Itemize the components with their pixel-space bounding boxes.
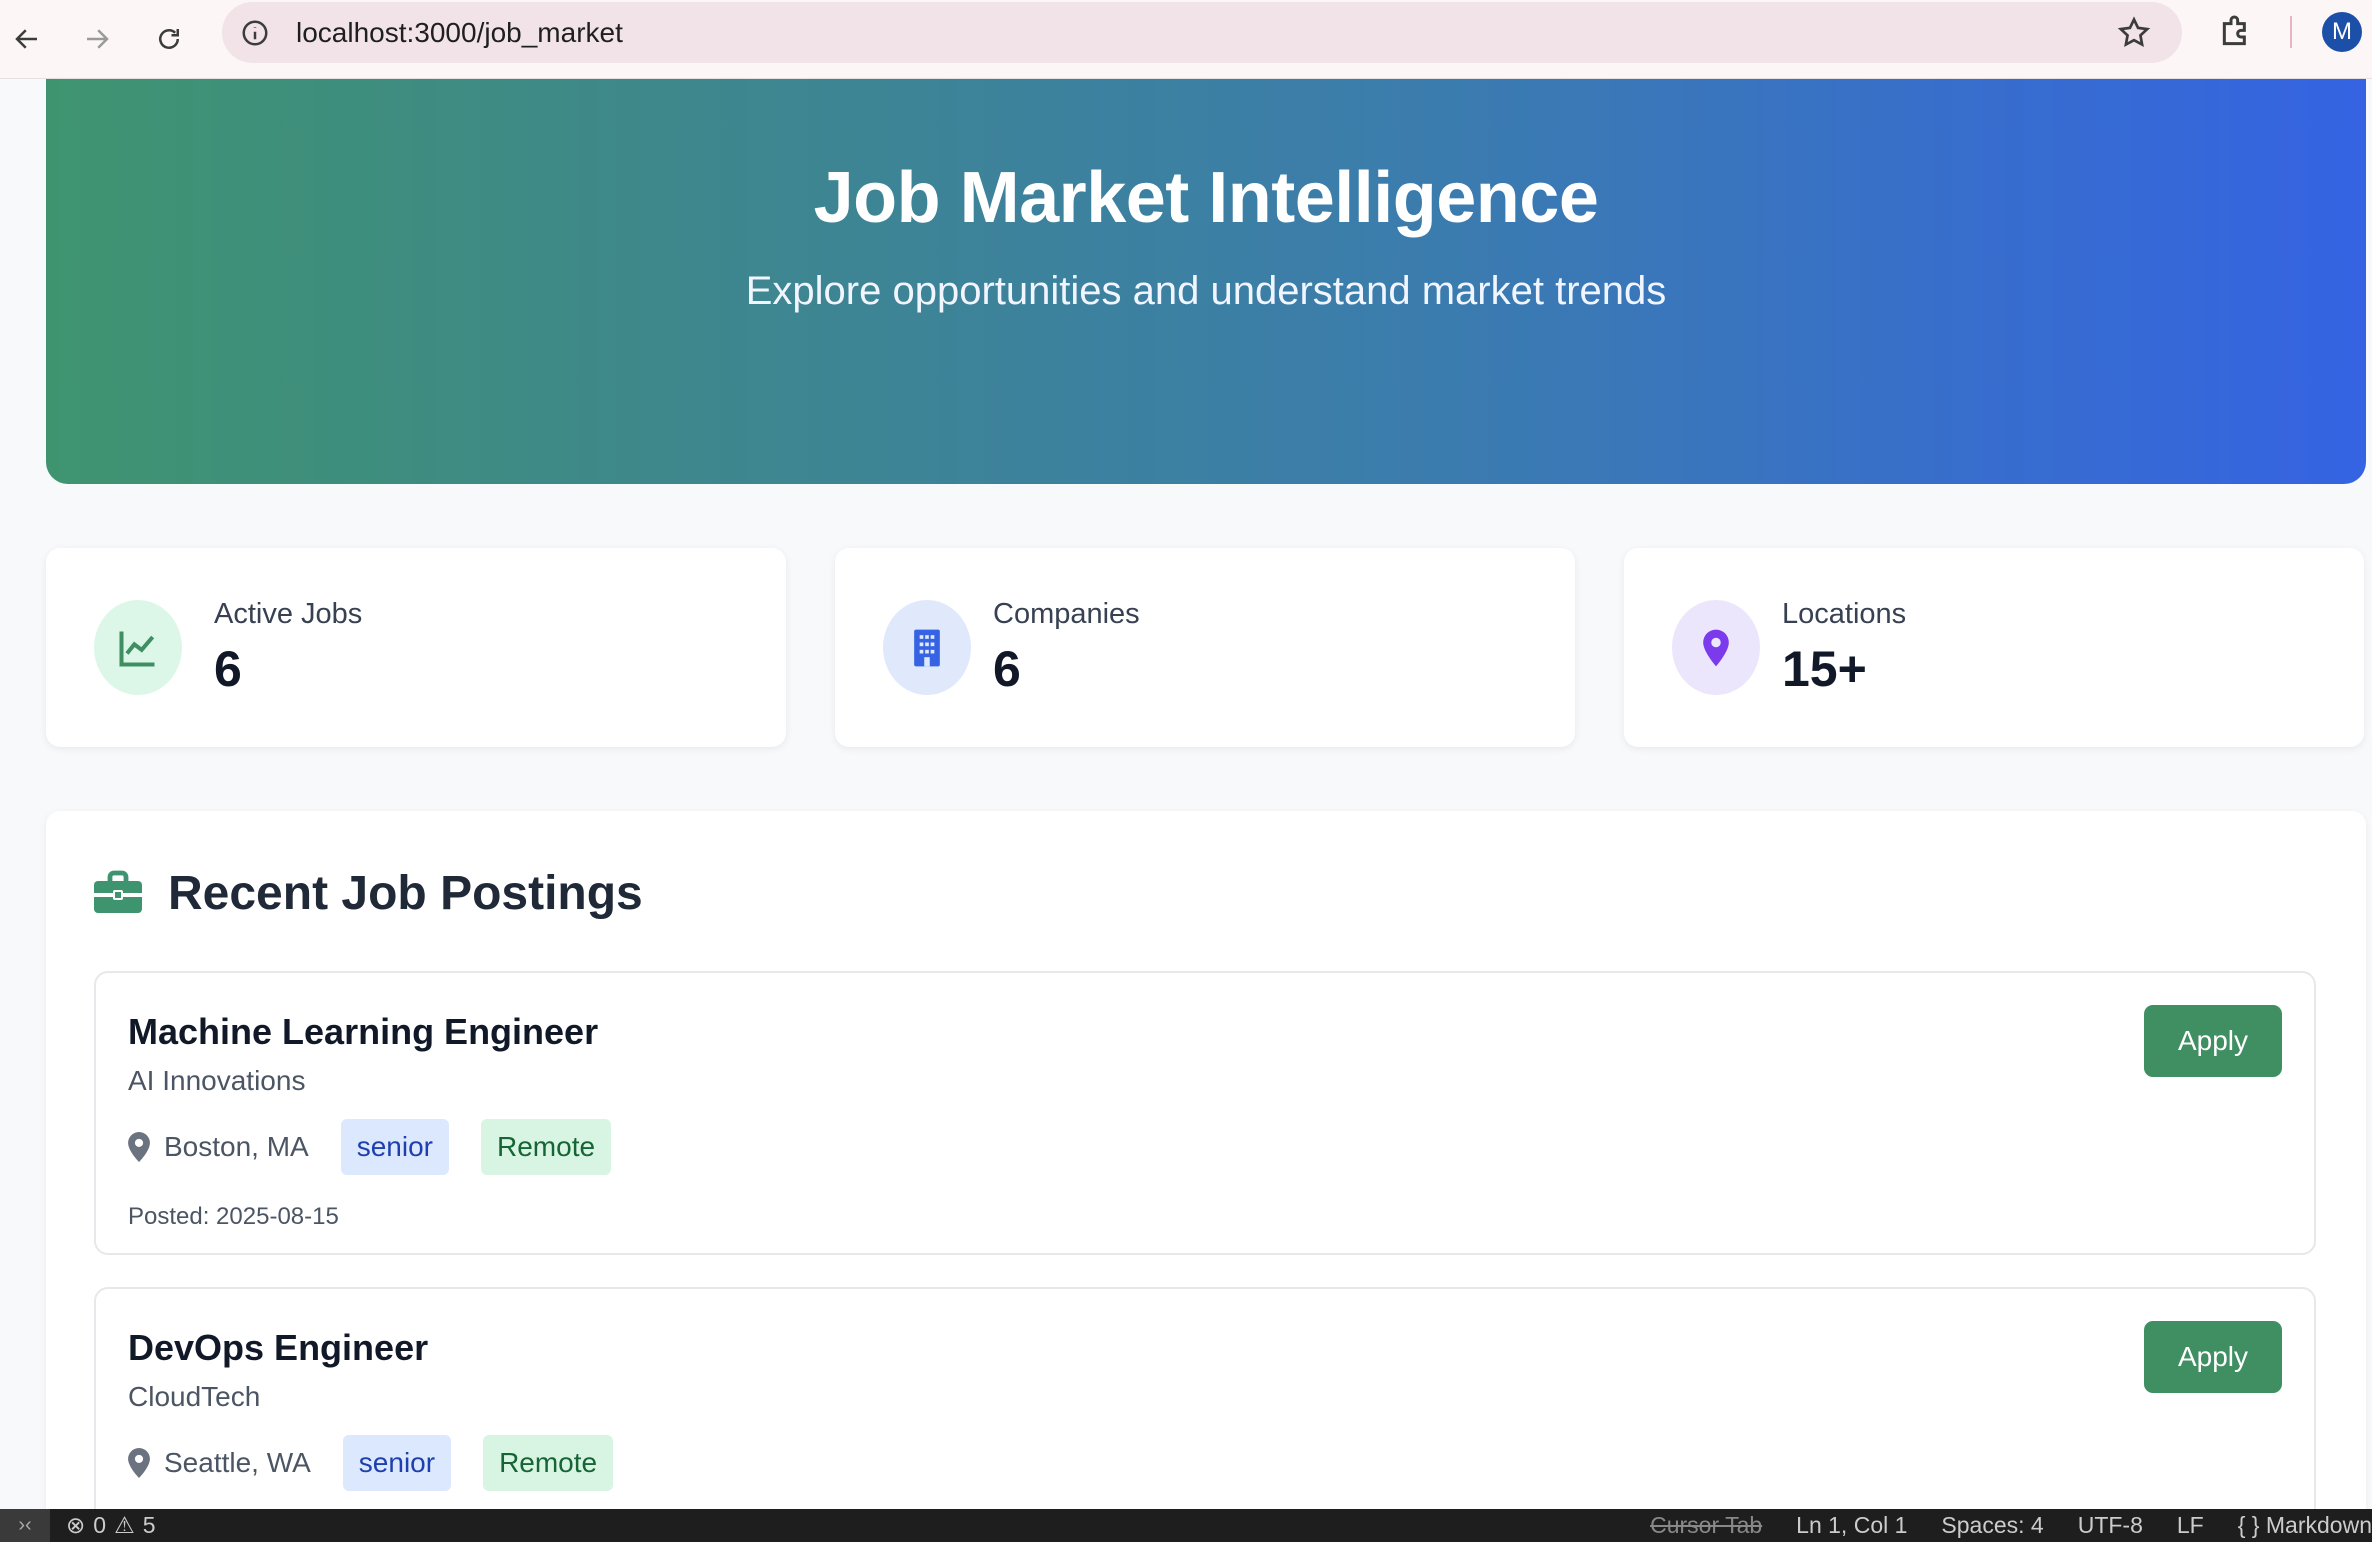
stat-value: 6 [214, 641, 242, 697]
stat-label: Active Jobs [214, 598, 363, 630]
reload-icon [159, 29, 179, 49]
status-bar: ›‹ ⊗ 0 ⚠ 5 Cursor Tab Ln 1, Col 1 Spaces… [0, 1509, 2372, 1542]
stat-card-locations: Locations 15+ [1624, 548, 2364, 747]
language-mode[interactable]: { } Markdown [2238, 1512, 2372, 1539]
level-badge: senior [340, 1119, 449, 1175]
chart-line-icon [94, 600, 182, 695]
job-company: AI Innovations [128, 1065, 306, 1096]
job-location: Seattle, WA [164, 1447, 311, 1478]
briefcase-icon [94, 870, 142, 913]
section-title: Recent Job Postings [168, 866, 643, 920]
error-icon: ⊗ [66, 1512, 86, 1538]
building-icon [883, 600, 971, 695]
stat-card-active-jobs: Active Jobs 6 [46, 548, 786, 747]
cursor-tab-toggle[interactable]: Cursor Tab [1650, 1512, 1762, 1539]
remote-badge: Remote [483, 1435, 614, 1491]
level-badge: senior [342, 1435, 452, 1491]
hero-banner: Job Market Intelligence Explore opportun… [46, 79, 2366, 484]
stat-label: Locations [1782, 598, 1907, 630]
bookmark-star-icon[interactable] [2116, 15, 2152, 51]
file-encoding[interactable]: UTF-8 [2078, 1512, 2143, 1539]
job-location: Boston, MA [164, 1131, 309, 1162]
page-title: Job Market Intelligence [813, 158, 1599, 238]
stat-value: 15+ [1782, 641, 1867, 697]
extensions-puzzle-icon[interactable] [2216, 12, 2256, 52]
location-pin-icon [128, 1132, 150, 1162]
toolbar-divider [2290, 16, 2292, 48]
job-title[interactable]: DevOps Engineer [128, 1327, 428, 1369]
apply-button[interactable]: Apply [2144, 1005, 2282, 1077]
stat-value: 6 [993, 641, 1021, 697]
problems-indicator[interactable]: ⊗ 0 ⚠ 5 [66, 1512, 156, 1539]
remote-indicator-icon[interactable]: ›‹ [0, 1509, 50, 1542]
error-count: 0 [93, 1512, 107, 1538]
recent-postings-panel: Recent Job Postings Machine Learning Eng… [46, 811, 2366, 1542]
apply-button[interactable]: Apply [2144, 1321, 2282, 1393]
remote-badge: Remote [481, 1119, 612, 1175]
back-button[interactable] [0, 12, 54, 66]
url-text[interactable]: localhost:3000/job_market [296, 16, 623, 50]
warning-icon: ⚠ [114, 1512, 135, 1538]
page-subtitle: Explore opportunities and understand mar… [745, 269, 1667, 313]
language-label: Markdown [2265, 1512, 2372, 1538]
job-card: DevOps Engineer CloudTech Seattle, WA se… [94, 1287, 2316, 1542]
warning-count: 5 [142, 1512, 156, 1538]
braces-icon: { } [2237, 1512, 2266, 1538]
arrow-left-icon [15, 29, 37, 49]
location-pin-icon [128, 1448, 150, 1478]
location-pin-icon [1672, 600, 1760, 695]
job-meta: Seattle, WA senior Remote [128, 1435, 645, 1491]
job-title[interactable]: Machine Learning Engineer [128, 1011, 598, 1053]
stat-card-companies: Companies 6 [835, 548, 1575, 747]
reload-button[interactable] [142, 12, 196, 66]
forward-button[interactable] [70, 12, 124, 66]
job-meta: Boston, MA senior Remote [128, 1119, 643, 1175]
indentation[interactable]: Spaces: 4 [1941, 1512, 2043, 1539]
job-posted-date: Posted: 2025-08-15 [128, 1203, 339, 1230]
address-bar[interactable]: localhost:3000/job_market [222, 2, 2182, 63]
profile-avatar[interactable]: M [2322, 12, 2362, 52]
status-right-group: Cursor Tab Ln 1, Col 1 Spaces: 4 UTF-8 L… [1650, 1512, 2372, 1539]
arrow-right-icon [87, 29, 109, 49]
job-company: CloudTech [128, 1381, 261, 1412]
stat-label: Companies [993, 598, 1140, 630]
postings-header: Recent Job Postings [92, 863, 643, 923]
browser-toolbar: localhost:3000/job_market M [0, 0, 2372, 79]
job-card: Machine Learning Engineer AI Innovations… [94, 971, 2316, 1255]
site-info-icon[interactable] [238, 16, 272, 50]
line-ending[interactable]: LF [2177, 1512, 2204, 1539]
cursor-position[interactable]: Ln 1, Col 1 [1796, 1512, 1907, 1539]
